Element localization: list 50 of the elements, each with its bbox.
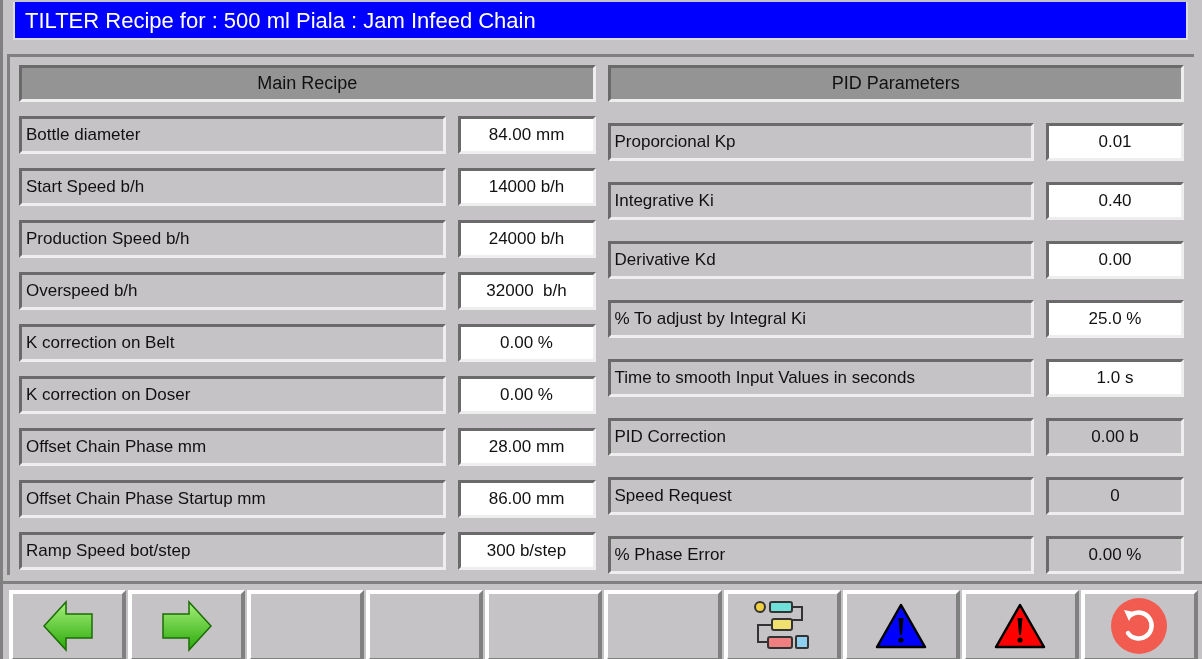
previous-button[interactable] — [9, 590, 127, 659]
right-arrow-icon — [160, 600, 213, 652]
value-field[interactable]: 86.00 mm — [457, 480, 596, 518]
value-field[interactable]: 0.01 — [1046, 123, 1184, 161]
parameter-label: Production Speed b/h — [19, 220, 446, 258]
parameter-label: Offset Chain Phase mm — [19, 428, 446, 466]
blank-button[interactable] — [604, 590, 722, 659]
window-title: TILTER Recipe for : 500 ml Piala : Jam Infeed Chain — [13, 2, 1188, 40]
value-field[interactable]: 0.00 — [1046, 241, 1184, 279]
alarm-button[interactable] — [842, 590, 960, 659]
value-field[interactable]: 24000 b/h — [457, 220, 596, 258]
parameter-label: Offset Chain Phase Startup mm — [19, 480, 446, 518]
parameter-label: Start Speed b/h — [19, 168, 446, 206]
parameter-label: Integrative Ki — [607, 182, 1034, 220]
value-display: 0 — [1046, 477, 1184, 515]
parameter-label: Speed Request — [607, 477, 1034, 515]
parameter-label: % Phase Error — [607, 536, 1034, 574]
value-field[interactable]: 14000 b/h — [457, 168, 596, 206]
alarm-button[interactable] — [961, 590, 1079, 659]
parameter-label: Ramp Speed bot/step — [19, 532, 446, 570]
blank-button[interactable] — [366, 590, 484, 659]
value-field[interactable]: 84.00 mm — [457, 116, 596, 154]
value-field[interactable]: 25.0 % — [1046, 300, 1184, 338]
section-heading: PID Parameters — [607, 65, 1184, 102]
blank-button[interactable] — [247, 590, 365, 659]
value-display: 0.00 b — [1046, 418, 1184, 456]
next-button[interactable] — [128, 590, 246, 659]
value-field[interactable]: 1.0 s — [1046, 359, 1184, 397]
value-field[interactable]: 28.00 mm — [457, 428, 596, 466]
section-heading: Main Recipe — [19, 65, 596, 102]
parameter-label: Proporcional Kp — [607, 123, 1034, 161]
parameter-label: Derivative Kd — [607, 241, 1034, 279]
parameter-label: Overspeed b/h — [19, 272, 446, 310]
value-field[interactable]: 0.00 % — [457, 376, 596, 414]
undo-icon — [1110, 597, 1169, 655]
parameter-label: PID Correction — [607, 418, 1034, 456]
blank-button[interactable] — [485, 590, 603, 659]
parameter-label: K correction on Doser — [19, 376, 446, 414]
parameter-label: K correction on Belt — [19, 324, 446, 362]
value-display: 0.00 % — [1046, 536, 1184, 574]
parameter-label: Bottle diameter — [19, 116, 446, 154]
value-field[interactable]: 0.40 — [1046, 182, 1184, 220]
value-field[interactable]: 32000 b/h — [457, 272, 596, 310]
left-arrow-icon — [41, 600, 94, 652]
back-button[interactable] — [1080, 590, 1198, 659]
value-field[interactable]: 0.00 % — [457, 324, 596, 362]
parameter-label: Time to smooth Input Values in seconds — [607, 359, 1034, 397]
parameter-label: % To adjust by Integral Ki — [607, 300, 1034, 338]
workflow-button[interactable] — [723, 590, 841, 659]
value-field[interactable]: 300 b/step — [457, 532, 596, 570]
